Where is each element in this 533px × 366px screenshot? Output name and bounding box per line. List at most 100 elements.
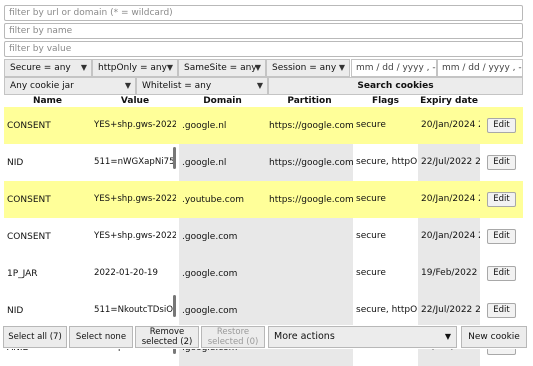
column-header-name[interactable]: Name: [4, 95, 91, 107]
cookie-name-cell: CONSENT: [4, 107, 91, 144]
cookie-expiry-cell: 22/Jul/2022 21:28:19: [418, 144, 480, 181]
column-header-value[interactable]: Value: [91, 95, 179, 107]
table-row[interactable]: CONSENTYES+shp.gws-20220112-0-RC3.nl+FX+…: [4, 181, 523, 218]
chevron-down-icon: ▼: [254, 63, 261, 72]
cookie-domain-cell: .google.com: [179, 218, 266, 255]
cookie-name-cell: NID: [7, 305, 24, 316]
edit-cookie-button[interactable]: Edit: [487, 229, 516, 244]
chevron-down-icon: ▼: [80, 63, 87, 72]
cookie-partition-cell: https://google.com: [266, 181, 353, 218]
cookie-value-text: YES+shp.gws-20220112-0-RC3.nl+FX+701: [94, 120, 176, 130]
search-cookies-button[interactable]: Search cookies: [268, 77, 523, 95]
more-actions-label: More actions: [274, 331, 335, 342]
column-header-expiry[interactable]: Expiry date: [418, 95, 480, 107]
cookie-domain-cell: .google.nl: [179, 144, 266, 181]
cookie-partition-cell: https://google.com: [266, 144, 353, 181]
chevron-down-icon: ▼: [256, 81, 263, 90]
select-all-button[interactable]: Select all (7): [3, 326, 67, 348]
cookie-expiry-cell: 20/Jan/2024 20:28:19: [418, 107, 480, 144]
cookie-jar-select[interactable]: Any cookie jar ▼: [4, 77, 136, 95]
column-header-flags[interactable]: Flags: [353, 95, 418, 107]
cookie-domain-cell: .google.com: [179, 255, 266, 292]
column-header-domain[interactable]: Domain: [179, 95, 266, 107]
expiry-from-date-input[interactable]: mm / dd / yyyy , -: [351, 59, 437, 77]
httponly-select[interactable]: httpOnly = any ▼: [92, 59, 178, 77]
edit-cookie-button[interactable]: Edit: [487, 303, 516, 318]
cookie-value-cell: 511=nWGXapNi75lx9jc76oqEqKmL9BVNgs62iPXS…: [91, 144, 179, 181]
restore-selected-button[interactable]: Restore selected (0): [201, 326, 265, 348]
cookie-domain-cell: .google.nl: [179, 107, 266, 144]
session-select[interactable]: Session = any ▼: [266, 59, 350, 77]
cookie-flags-cell: secure: [353, 181, 418, 218]
edit-cookie-button[interactable]: Edit: [487, 118, 516, 133]
cookie-value-text: 511=NkoutcTDsiOaFEuK-a1JMcJtQ2HWR-QY2MTk…: [94, 305, 176, 315]
table-header-row: Name Value Domain Partition Flags Expiry…: [4, 95, 523, 107]
table-row[interactable]: NID 511=NkoutcTDsiOaFEuK-a1JMcJtQ2HWR-QY2…: [4, 292, 523, 329]
edit-cookie-button[interactable]: Edit: [487, 192, 516, 207]
cookie-jar-select-label: Any cookie jar: [10, 81, 74, 91]
cookie-value-cell: YES+shp.gws-20220112-0-RC3.nl+FX+526: [91, 218, 179, 255]
chevron-down-icon: ▼: [338, 63, 345, 72]
bottom-toolbar: Select all (7) Select none Remove select…: [0, 325, 533, 349]
cookie-actions-cell: Edit: [480, 292, 523, 329]
samesite-select-label: SameSite = any: [184, 63, 257, 73]
remove-selected-button[interactable]: Remove selected (2): [135, 326, 199, 348]
table-row[interactable]: 1P_JAR 2022-01-20-19 .google.com secure 19/F…: [4, 255, 523, 292]
cookie-actions-cell: Edit: [480, 218, 523, 255]
cookie-partition-cell: https://google.com: [266, 107, 353, 144]
cookie-domain-cell: .youtube.com: [179, 181, 266, 218]
cookie-expiry-cell: 22/Jul/2022 21:28:19: [418, 292, 480, 329]
cookie-actions-cell: Edit: [480, 255, 523, 292]
cookie-value-cell: 2022-01-20-19: [91, 255, 179, 292]
value-filter-input[interactable]: [4, 41, 523, 57]
cookie-value-text: 2022-01-20-19: [94, 268, 158, 278]
cookie-domain-cell: .google.com: [179, 292, 266, 329]
edit-cookie-button[interactable]: Edit: [487, 266, 516, 281]
cookie-expiry-cell: 19/Feb/2022 20:28:19: [418, 255, 480, 292]
cookie-value-text: YES+shp.gws-20220112-0-RC3.nl+FX+526: [94, 231, 176, 241]
httponly-select-label: httpOnly = any: [98, 63, 167, 73]
chevron-down-icon: ▼: [444, 332, 451, 341]
new-cookie-button[interactable]: New cookie: [461, 326, 527, 348]
secure-select[interactable]: Secure = any ▼: [4, 59, 92, 77]
secure-select-label: Secure = any: [10, 63, 71, 73]
column-header-partition[interactable]: Partition: [266, 95, 353, 107]
edit-cookie-button[interactable]: Edit: [487, 155, 516, 170]
whitelist-select[interactable]: Whitelist = any ▼: [136, 77, 268, 95]
name-filter-input[interactable]: [4, 23, 523, 39]
cookie-expiry-cell: 20/Jan/2024 20:28:18: [418, 218, 480, 255]
url-filter-input[interactable]: [4, 5, 523, 21]
cookie-flags-cell: secure: [356, 231, 386, 241]
more-actions-select[interactable]: More actions ▼: [268, 326, 457, 348]
table-row[interactable]: NID 511=nWGXapNi75lx9jc76oqEqKmL9BVNgs62i…: [4, 144, 523, 181]
samesite-select[interactable]: SameSite = any ▼: [178, 59, 266, 77]
cookie-flags-cell: secure: [353, 107, 418, 144]
table-row[interactable]: CONSENT YES+shp.gws-20220112-0-RC3.nl+FX+…: [4, 218, 523, 255]
cookie-name-cell: NID: [7, 157, 24, 168]
cell-scrollbar[interactable]: [173, 147, 176, 169]
cookie-name-cell: CONSENT: [7, 231, 51, 242]
cookie-name-cell: CONSENT: [4, 181, 91, 218]
expiry-to-date-input[interactable]: mm / dd / yyyy , -: [437, 59, 523, 77]
session-select-label: Session = any: [272, 63, 337, 73]
cell-scrollbar[interactable]: [173, 295, 176, 317]
table-row[interactable]: CONSENTYES+shp.gws-20220112-0-RC3.nl+FX+…: [4, 107, 523, 144]
cookie-partition-cell: [266, 292, 353, 329]
cookie-partition-cell: [266, 218, 353, 255]
cookie-flags-cell: secure, httpOnly: [356, 157, 418, 167]
cookie-actions-cell: Edit: [480, 144, 523, 181]
select-none-button[interactable]: Select none: [69, 326, 133, 348]
cookie-value-text: 511=nWGXapNi75lx9jc76oqEqKmL9BVNgs62iPXS…: [94, 157, 176, 167]
cookie-flags-cell: secure, httpOnly: [356, 305, 418, 315]
cookie-value-cell: YES+shp.gws-20220112-0-RC3.nl+FX+635: [91, 181, 179, 218]
cookie-partition-cell: [266, 255, 353, 292]
chevron-down-icon: ▼: [166, 63, 173, 72]
cookie-actions-cell: Edit: [480, 107, 523, 144]
whitelist-select-label: Whitelist = any: [142, 81, 212, 91]
cookie-value-cell: YES+shp.gws-20220112-0-RC3.nl+FX+701: [91, 107, 179, 144]
cookie-expiry-cell: 20/Jan/2024 20:28:19: [418, 181, 480, 218]
cookie-value-text: YES+shp.gws-20220112-0-RC3.nl+FX+635: [94, 194, 176, 204]
cookie-actions-cell: Edit: [480, 181, 523, 218]
cookie-flags-cell: secure: [356, 268, 386, 278]
cookie-name-cell: 1P_JAR: [7, 268, 38, 279]
